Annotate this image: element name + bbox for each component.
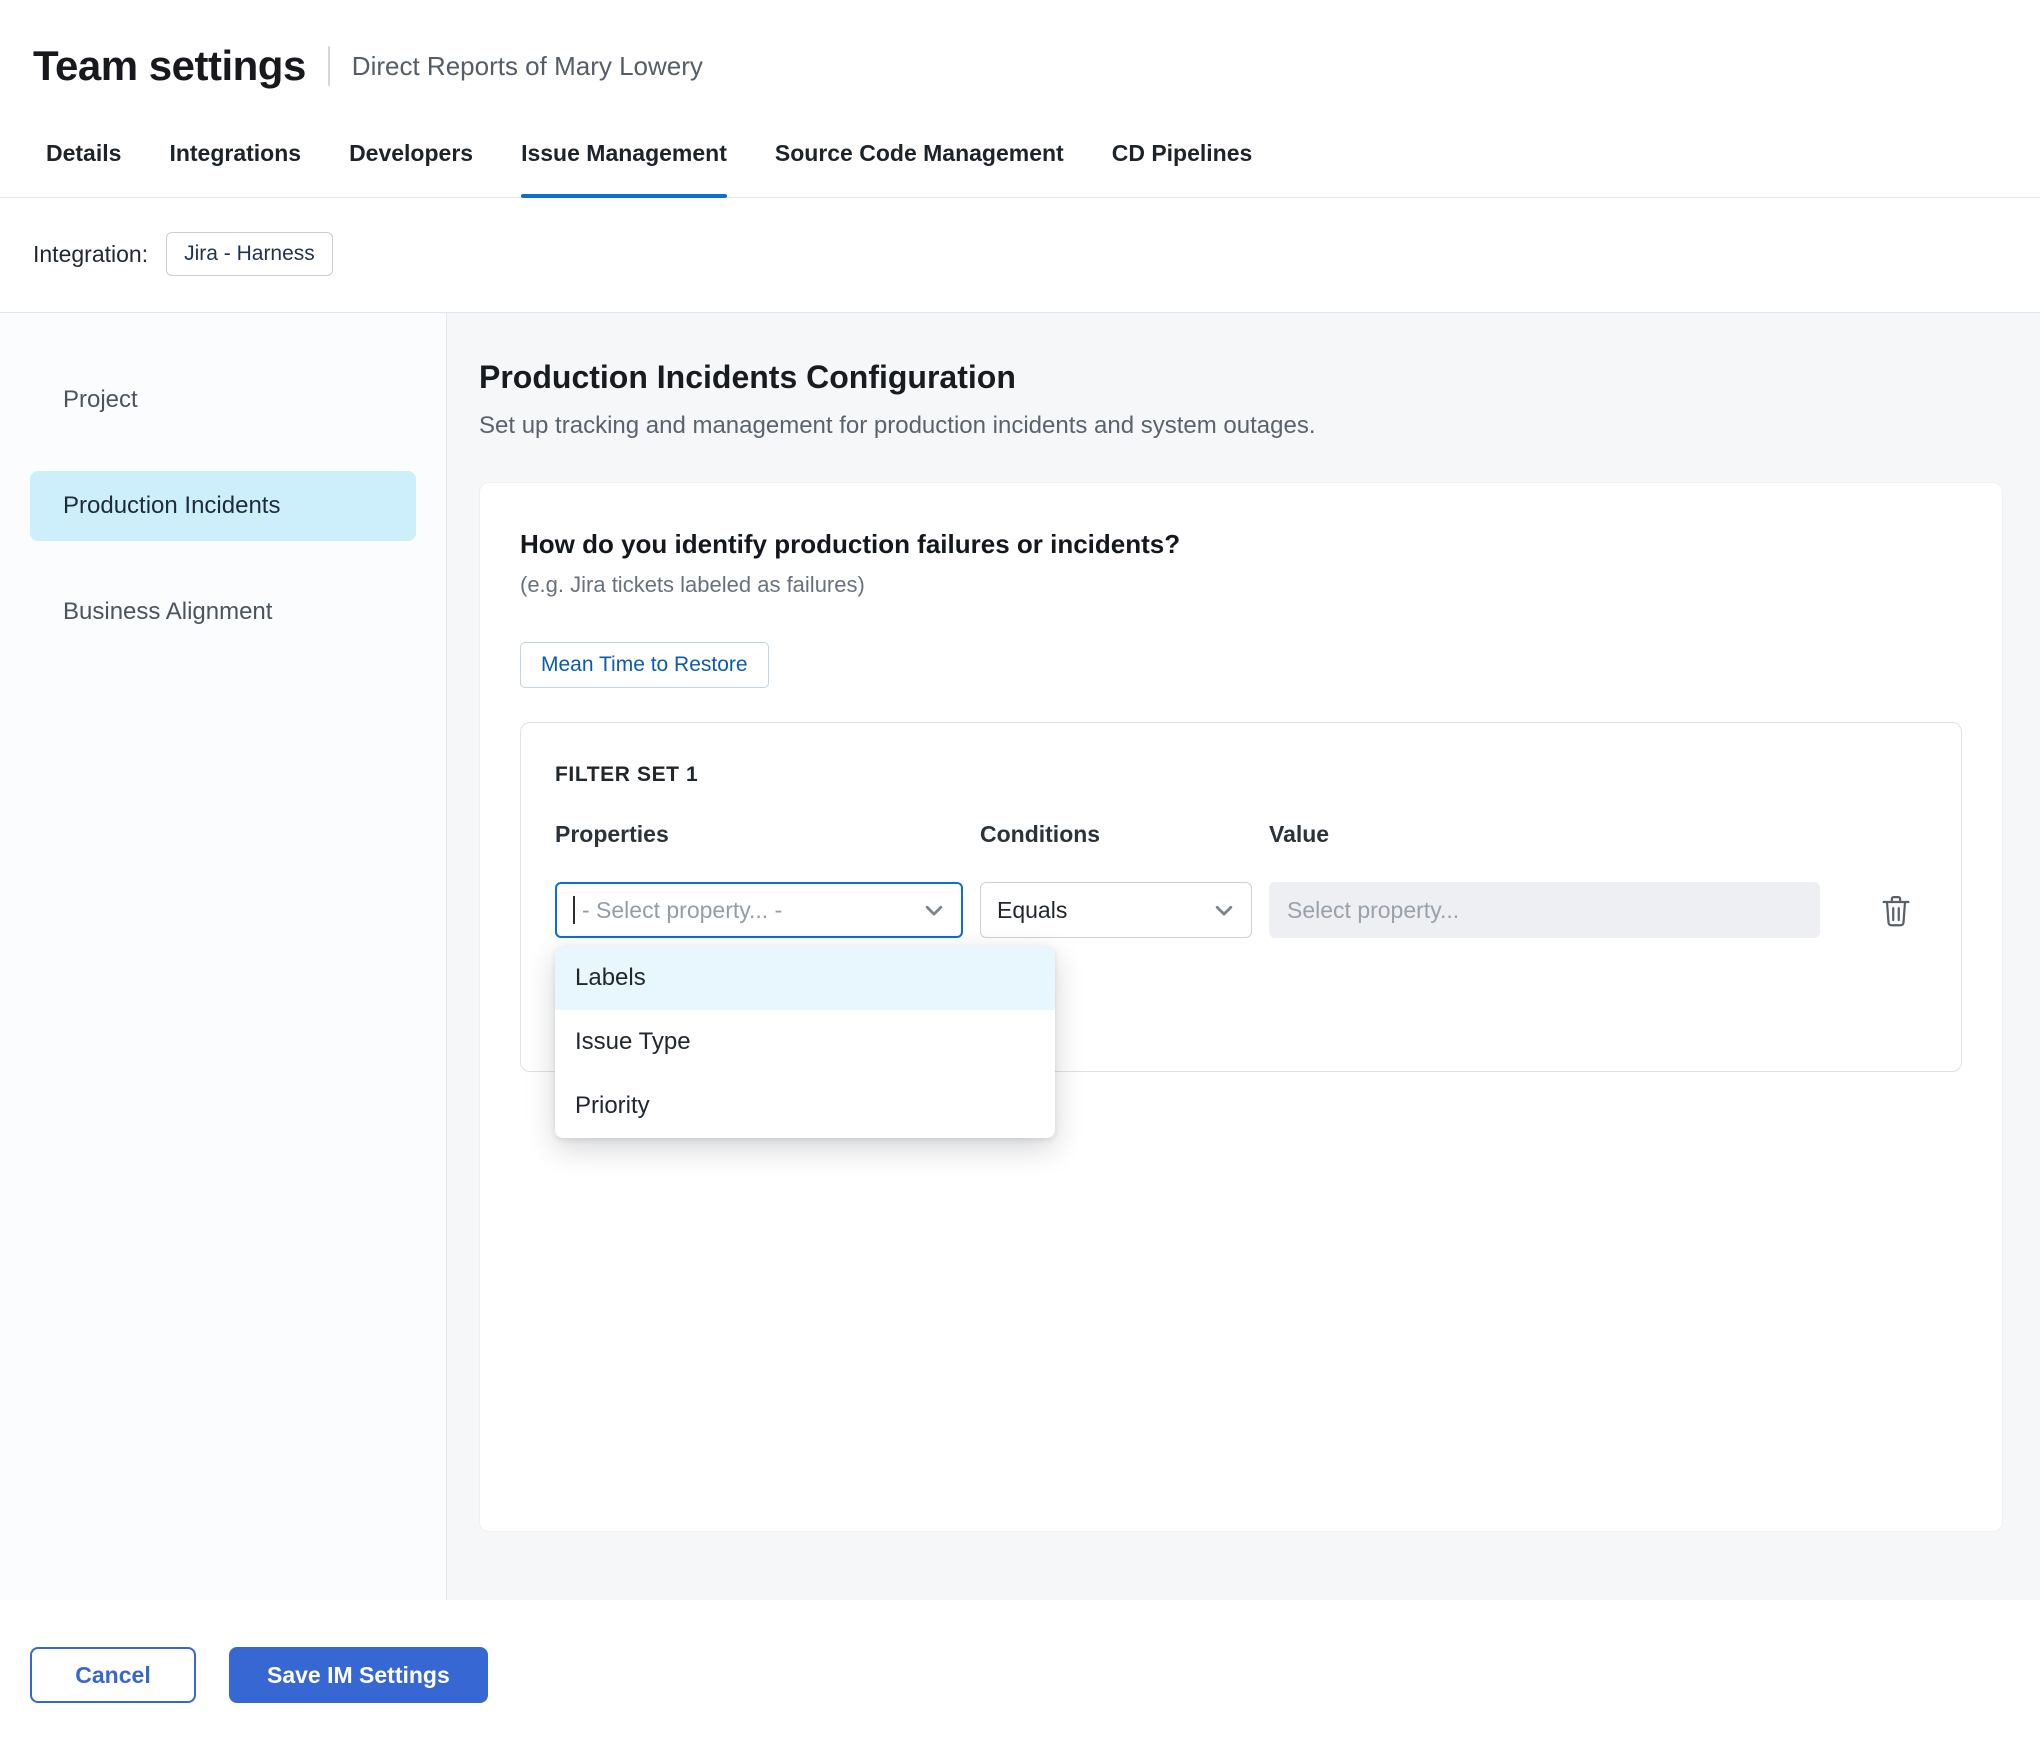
trash-icon [1879, 893, 1913, 929]
page-title: Team settings [33, 42, 306, 90]
team-settings-page: Team settings Direct Reports of Mary Low… [0, 0, 2040, 1750]
metric-tab-mean-time-to-restore[interactable]: Mean Time to Restore [520, 642, 769, 688]
settings-sidebar: Project Production Incidents Business Al… [0, 313, 447, 1600]
sidebar-item-project[interactable]: Project [30, 365, 416, 435]
value-column: Value [1269, 821, 1820, 938]
tab-source-code-management[interactable]: Source Code Management [775, 140, 1064, 197]
condition-select[interactable]: Equals [980, 882, 1252, 938]
page-subtitle: Direct Reports of Mary Lowery [352, 51, 703, 82]
question-hint: (e.g. Jira tickets labeled as failures) [520, 572, 1962, 598]
sidebar-item-production-incidents[interactable]: Production Incidents [30, 471, 416, 541]
text-cursor [573, 896, 575, 924]
condition-select-value: Equals [997, 897, 1203, 924]
tab-integrations[interactable]: Integrations [169, 140, 301, 197]
properties-column: Properties - Select property... - Labels… [555, 821, 963, 938]
conditions-column: Conditions Equals [980, 821, 1252, 938]
tab-details[interactable]: Details [46, 140, 121, 197]
property-select-placeholder: - Select property... - [582, 897, 913, 924]
footer-actions: Cancel Save IM Settings [0, 1600, 2040, 1750]
delete-filter-button[interactable] [1879, 893, 1913, 929]
dropdown-option-priority[interactable]: Priority [555, 1074, 1055, 1138]
integration-chip[interactable]: Jira - Harness [166, 232, 333, 276]
property-select[interactable]: - Select property... - [555, 882, 963, 938]
title-divider [328, 46, 330, 86]
chevron-down-icon [1213, 899, 1235, 921]
sidebar-item-business-alignment[interactable]: Business Alignment [30, 577, 416, 647]
conditions-label: Conditions [980, 821, 1252, 848]
integration-row: Integration: Jira - Harness [0, 198, 2040, 313]
cancel-button[interactable]: Cancel [30, 1647, 196, 1703]
integration-label: Integration: [33, 241, 148, 268]
property-dropdown: Labels Issue Type Priority [555, 946, 1055, 1138]
filter-set-card: FILTER SET 1 Properties - Select propert… [520, 722, 1962, 1072]
filter-set-title: FILTER SET 1 [555, 763, 1927, 787]
value-label: Value [1269, 821, 1820, 848]
tab-developers[interactable]: Developers [349, 140, 473, 197]
dropdown-option-labels[interactable]: Labels [555, 946, 1055, 1010]
section-heading: Production Incidents Configuration [479, 359, 2003, 396]
main-panel: Production Incidents Configuration Set u… [447, 313, 2040, 1600]
content-area: Project Production Incidents Business Al… [0, 313, 2040, 1600]
tab-issue-management[interactable]: Issue Management [521, 140, 727, 197]
tab-bar: Details Integrations Developers Issue Ma… [0, 140, 2040, 198]
question-heading: How do you identify production failures … [520, 529, 1962, 560]
tab-cd-pipelines[interactable]: CD Pipelines [1112, 140, 1253, 197]
value-input[interactable] [1269, 882, 1820, 938]
properties-label: Properties [555, 821, 963, 848]
section-description: Set up tracking and management for produ… [479, 412, 2003, 440]
config-card: How do you identify production failures … [479, 482, 2003, 1532]
filter-row: Properties - Select property... - Labels… [555, 821, 1927, 938]
page-header: Team settings Direct Reports of Mary Low… [0, 0, 2040, 90]
chevron-down-icon [923, 899, 945, 921]
dropdown-option-issue-type[interactable]: Issue Type [555, 1010, 1055, 1074]
save-button[interactable]: Save IM Settings [229, 1647, 488, 1703]
